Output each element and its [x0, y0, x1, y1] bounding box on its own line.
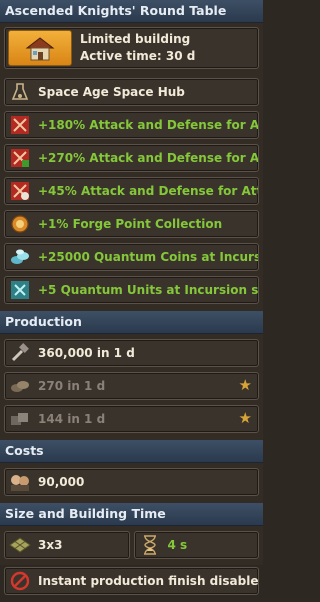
disabled-icon: [9, 570, 31, 592]
active-time-label: Active time: 30 d: [80, 49, 196, 63]
population-icon: [9, 471, 31, 493]
production-row: 144 in 1 d ★: [4, 405, 259, 433]
boost-text: +1% Forge Point Collection: [38, 217, 223, 231]
production-header: Production: [0, 311, 263, 334]
quantum-coins-icon: [9, 246, 31, 268]
production-text: 270 in 1 d: [38, 379, 106, 393]
forge-point-icon: [9, 213, 31, 235]
production-row: 360,000 in 1 d: [4, 339, 259, 367]
boost-text: +270% Attack and Defense for Atta: [38, 151, 258, 165]
boost-text: +180% Attack and Defense for Atta: [38, 118, 258, 132]
time-box: 4 s: [133, 531, 259, 559]
units-icon: [9, 408, 31, 430]
costs-list: 90,000: [0, 463, 263, 503]
cost-row: 90,000: [4, 468, 259, 496]
size-box: 3x3: [4, 531, 130, 559]
instant-finish-note: Instant production finish disabled: [4, 567, 259, 595]
quantum-units-icon: [9, 279, 31, 301]
cost-value: 90,000: [38, 475, 85, 489]
production-row: 270 in 1 d ★: [4, 372, 259, 400]
size-header: Size and Building Time: [0, 503, 263, 526]
building-title: Ascended Knights' Round Table: [0, 0, 263, 23]
goods-icon: [9, 375, 31, 397]
building-info-panel: Ascended Knights' Round Table Limited bu…: [0, 0, 263, 595]
boost-row-attack-defense: +270% Attack and Defense for Atta: [4, 144, 259, 172]
space-hub-icon: [9, 81, 31, 103]
star-icon: ★: [238, 376, 252, 394]
time-value: 4 s: [167, 538, 188, 552]
size-time-row: 3x3 4 s: [4, 528, 259, 564]
production-text: 360,000 in 1 d: [38, 346, 135, 360]
boost-row-attack-defense: +45% Attack and Defense for Attac: [4, 177, 259, 205]
boost-text: Space Age Space Hub: [38, 85, 185, 99]
instant-finish-text: Instant production finish disabled: [38, 574, 258, 588]
hammer-icon: [9, 342, 31, 364]
boost-text: +25000 Quantum Coins at Incursio: [38, 250, 258, 264]
boost-row-space-hub: Space Age Space Hub: [4, 78, 259, 106]
boost-row-quantum-coins: +25000 Quantum Coins at Incursio: [4, 243, 259, 271]
grid-size-icon: [9, 534, 31, 556]
attack-defense-green-icon: [9, 147, 31, 169]
attack-defense-red-icon: [9, 114, 31, 136]
production-text: 144 in 1 d: [38, 412, 106, 426]
boost-row-quantum-units: +5 Quantum Units at Incursion sta: [4, 276, 259, 304]
boost-text: +5 Quantum Units at Incursion sta: [38, 283, 258, 297]
limited-building-box: Limited building Active time: 30 d: [4, 27, 259, 69]
size-value: 3x3: [38, 538, 63, 552]
limited-building-label: Limited building: [80, 32, 191, 46]
hourglass-icon: [139, 534, 161, 556]
costs-header: Costs: [0, 440, 263, 463]
production-list: 360,000 in 1 d 270 in 1 d ★ 144 in 1 d ★: [0, 334, 263, 440]
size-list: 3x3 4 s Instant production finish disabl…: [0, 526, 263, 602]
building-house-icon: [8, 30, 72, 66]
boost-text: +45% Attack and Defense for Attac: [38, 184, 258, 198]
attack-defense-guild-icon: [9, 180, 31, 202]
boost-row-forge-points: +1% Forge Point Collection: [4, 210, 259, 238]
boost-row-attack-defense: +180% Attack and Defense for Atta: [4, 111, 259, 139]
star-icon: ★: [238, 409, 252, 427]
boost-list: Space Age Space Hub +180% Attack and Def…: [0, 73, 263, 311]
